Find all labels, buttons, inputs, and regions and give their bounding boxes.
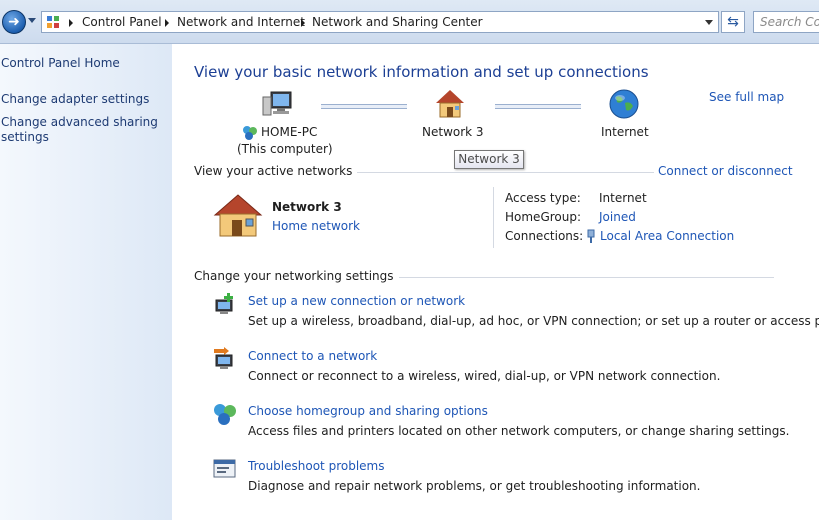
homegroup-small-icon bbox=[243, 126, 257, 140]
local-area-connection-link[interactable]: Local Area Connection bbox=[600, 229, 734, 243]
active-network-name: Network 3 bbox=[272, 200, 342, 214]
setup-new-connection-link[interactable]: Set up a new connection or network bbox=[248, 294, 465, 308]
homegroup-label: HomeGroup: bbox=[505, 210, 582, 224]
connect-or-disconnect-link[interactable]: Connect or disconnect bbox=[654, 164, 793, 178]
control-panel-icon bbox=[47, 16, 59, 28]
map-connector-line bbox=[321, 104, 407, 109]
connect-network-icon bbox=[214, 347, 233, 369]
network-type-link[interactable]: Home network bbox=[272, 219, 360, 233]
computer-name-label: HOME-PC bbox=[261, 125, 318, 139]
homegroup-sharing-link[interactable]: Choose homegroup and sharing options bbox=[248, 404, 488, 418]
refresh-icon: ⇆ bbox=[727, 14, 739, 30]
troubleshoot-problems-desc: Diagnose and repair network problems, or… bbox=[248, 479, 701, 493]
ethernet-plug-icon bbox=[587, 229, 595, 243]
internet-globe-icon[interactable] bbox=[608, 88, 640, 120]
network-house-icon[interactable] bbox=[433, 88, 467, 120]
search-input[interactable]: Search Con bbox=[753, 11, 819, 33]
homegroup-sharing-desc: Access files and printers located on oth… bbox=[248, 424, 790, 438]
homegroup-joined-link[interactable]: Joined bbox=[599, 210, 636, 224]
vertical-divider bbox=[493, 187, 494, 248]
sidebar-item-change-adapter-settings[interactable]: Change adapter settings bbox=[1, 92, 149, 107]
access-type-label: Access type: bbox=[505, 191, 581, 205]
address-dropdown-icon[interactable] bbox=[705, 20, 713, 25]
breadcrumb-network-sharing-center[interactable]: Network and Sharing Center bbox=[312, 15, 483, 29]
internet-map-label[interactable]: Internet bbox=[601, 125, 649, 139]
active-networks-heading: View your active networks bbox=[194, 164, 358, 178]
home-network-icon bbox=[213, 194, 263, 237]
back-arrow-icon: ➜ bbox=[8, 14, 20, 30]
sidebar: Control Panel Home Change adapter settin… bbox=[0, 44, 172, 520]
address-bar[interactable]: Control Panel Network and Internet Netwo… bbox=[41, 11, 719, 33]
network-map-label[interactable]: Network 3 bbox=[422, 125, 484, 139]
connect-to-network-link[interactable]: Connect to a network bbox=[248, 349, 377, 363]
setup-new-connection-desc: Set up a wireless, broadband, dial-up, a… bbox=[248, 314, 819, 328]
troubleshoot-problems-link[interactable]: Troubleshoot problems bbox=[248, 459, 384, 473]
breadcrumb-network-and-internet[interactable]: Network and Internet bbox=[177, 15, 305, 29]
breadcrumb-separator-icon[interactable] bbox=[301, 19, 305, 27]
page-title: View your basic network information and … bbox=[194, 63, 649, 81]
connections-label: Connections: bbox=[505, 229, 584, 243]
homegroup-icon bbox=[214, 404, 236, 425]
change-settings-heading: Change your networking settings bbox=[194, 269, 399, 283]
recent-pages-dropdown-icon[interactable] bbox=[28, 18, 36, 23]
back-button[interactable]: ➜ bbox=[2, 10, 26, 34]
sidebar-item-change-advanced-sharing[interactable]: Change advanced sharing bbox=[1, 115, 158, 130]
breadcrumb-separator-icon[interactable] bbox=[165, 19, 169, 27]
computer-icon[interactable] bbox=[262, 89, 294, 121]
sidebar-item-change-advanced-sharing-cont[interactable]: settings bbox=[1, 130, 49, 145]
map-connector-line bbox=[495, 104, 581, 109]
new-connection-icon bbox=[215, 293, 233, 314]
connect-to-network-desc: Connect or reconnect to a wireless, wire… bbox=[248, 369, 721, 383]
sidebar-item-control-panel-home[interactable]: Control Panel Home bbox=[1, 56, 120, 71]
see-full-map-link[interactable]: See full map bbox=[709, 90, 784, 104]
troubleshoot-icon bbox=[213, 459, 236, 478]
network-tooltip: Network 3 bbox=[454, 150, 524, 169]
breadcrumb-separator-icon[interactable] bbox=[69, 19, 73, 27]
address-toolbar: ➜ Control Panel Network and Internet Net… bbox=[0, 0, 819, 44]
refresh-button[interactable]: ⇆ bbox=[721, 11, 745, 33]
breadcrumb-control-panel[interactable]: Control Panel bbox=[82, 15, 162, 29]
computer-sub-label: (This computer) bbox=[237, 142, 333, 156]
access-type-value: Internet bbox=[599, 191, 647, 205]
